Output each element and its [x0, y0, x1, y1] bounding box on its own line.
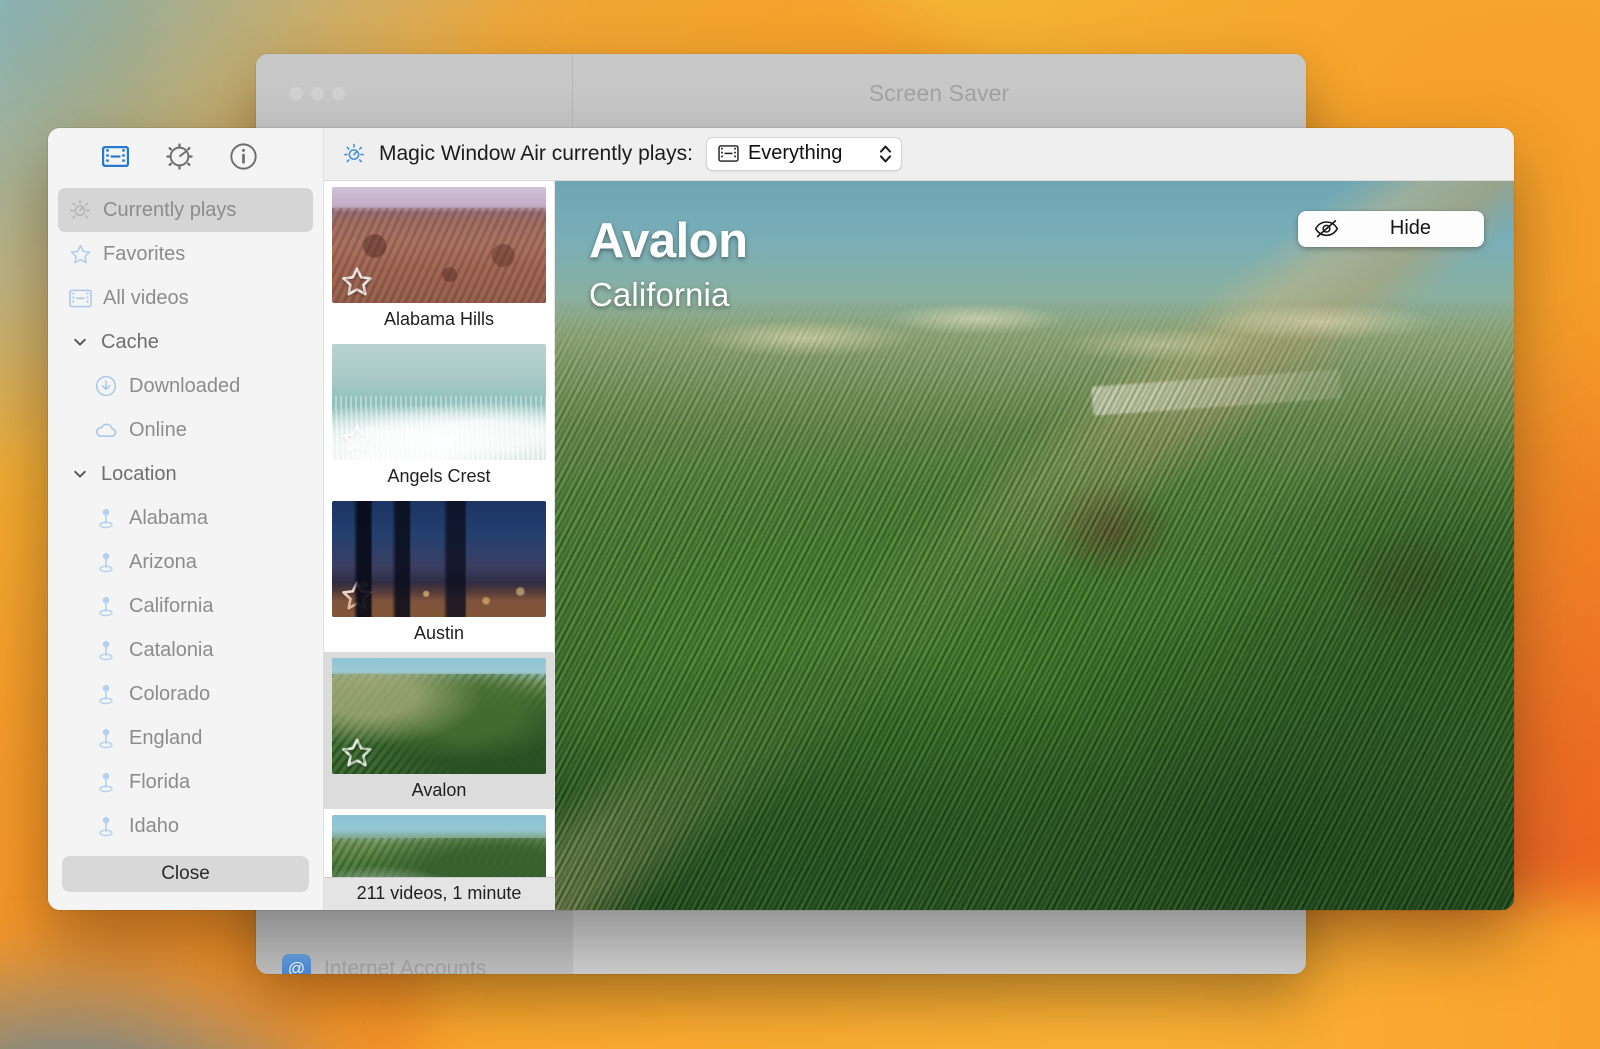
hide-button-label: Hide	[1353, 217, 1468, 240]
sidebar-item-label: All videos	[103, 287, 189, 310]
panel-body: Alabama Hills Angels Crest	[324, 181, 1514, 910]
favorite-star-icon	[340, 422, 374, 456]
video-preview[interactable]: Avalon California Hide	[555, 181, 1514, 910]
map-pin-icon	[94, 770, 118, 794]
sidebar-item-internet-accounts[interactable]: @ Internet Accounts	[282, 954, 486, 974]
at-sign-icon: @	[282, 954, 311, 974]
sidebar-item-california[interactable]: California	[58, 584, 313, 628]
hide-button[interactable]: Hide	[1298, 211, 1484, 247]
thumbnail-image[interactable]	[332, 187, 546, 303]
map-pin-icon	[94, 682, 118, 706]
brightness-icon	[68, 198, 92, 222]
chevron-down-icon[interactable]	[68, 462, 92, 486]
sidebar-item-label: Currently plays	[103, 199, 236, 222]
close-dot[interactable]	[290, 87, 303, 100]
sidebar-footer: Close	[48, 856, 323, 910]
thumbnail-image[interactable]	[332, 658, 546, 774]
close-button[interactable]: Close	[62, 856, 309, 892]
map-pin-icon	[94, 506, 118, 530]
topbar-label: Magic Window Air currently plays:	[379, 142, 693, 166]
map-pin-icon	[94, 814, 118, 838]
sidebar-item-currently-plays[interactable]: Currently plays	[58, 188, 313, 232]
sidebar-item-england[interactable]: England	[58, 716, 313, 760]
map-pin-icon	[94, 594, 118, 618]
panel-topbar: Magic Window Air currently plays: Everyt	[324, 128, 1514, 181]
panel-sidebar: Currently plays Favorites	[48, 128, 324, 910]
screen-saver-window-title: Screen Saver	[572, 54, 1306, 132]
sidebar-item-label: Arizona	[129, 551, 197, 574]
star-icon	[68, 242, 92, 266]
panel-main: Magic Window Air currently plays: Everyt	[324, 128, 1514, 910]
sidebar-group-label: Location	[101, 463, 177, 486]
cloud-icon	[94, 418, 118, 442]
thumbnail-caption: Avalon	[332, 774, 546, 809]
sidebar-item-favorites[interactable]: Favorites	[58, 232, 313, 276]
sidebar-item-label: Florida	[129, 771, 190, 794]
preview-title-block: Avalon California	[589, 217, 748, 314]
sidebar-group-cache[interactable]: Cache	[58, 320, 313, 364]
map-pin-icon	[94, 638, 118, 662]
sidebar-item-label: Idaho	[129, 815, 179, 838]
sidebar-item-label: California	[129, 595, 213, 618]
sidebar-group-location[interactable]: Location	[58, 452, 313, 496]
favorite-star-icon	[340, 579, 374, 613]
thumbnail-item[interactable]: Angels Crest	[324, 338, 554, 495]
film-strip-icon	[68, 286, 92, 310]
sidebar-nav[interactable]: Currently plays Favorites	[48, 185, 323, 856]
thumbnail-item[interactable]: Alabama Hills	[324, 181, 554, 338]
thumbnail-item-selected[interactable]: Avalon	[324, 652, 554, 809]
download-circle-icon	[94, 374, 118, 398]
sidebar-item-label: Alabama	[129, 507, 208, 530]
sidebar-item-label: Online	[129, 419, 187, 442]
favorite-star-icon	[340, 736, 374, 770]
film-strip-icon	[718, 145, 739, 162]
zoom-dot[interactable]	[332, 87, 345, 100]
brightness-icon	[342, 142, 366, 166]
thumbnail-image[interactable]	[332, 501, 546, 617]
sidebar-item-idaho[interactable]: Idaho	[58, 804, 313, 848]
sidebar-item-all-videos[interactable]: All videos	[58, 276, 313, 320]
thumbnail-image[interactable]	[332, 815, 546, 877]
favorite-star-icon	[340, 265, 374, 299]
sidebar-item-alabama[interactable]: Alabama	[58, 496, 313, 540]
eye-slash-icon	[1314, 219, 1339, 238]
thumbnail-caption: Angels Crest	[332, 460, 546, 495]
sidebar-item-label: England	[129, 727, 202, 750]
up-down-chevron-icon[interactable]	[878, 142, 893, 166]
sidebar-item-colorado[interactable]: Colorado	[58, 672, 313, 716]
sidebar-item-florida[interactable]: Florida	[58, 760, 313, 804]
sidebar-item-arizona[interactable]: Arizona	[58, 540, 313, 584]
map-pin-icon	[94, 726, 118, 750]
minimize-dot[interactable]	[311, 87, 324, 100]
sidebar-item-label: Colorado	[129, 683, 210, 706]
thumbnail-status-bar: 211 videos, 1 minute	[324, 877, 554, 910]
info-circle-icon[interactable]	[228, 142, 258, 172]
thumbnail-image[interactable]	[332, 344, 546, 460]
video-title: Avalon	[589, 217, 748, 266]
plays-select-value: Everything	[748, 142, 869, 165]
magic-window-panel[interactable]: Currently plays Favorites	[48, 128, 1514, 910]
thumbnail-caption: Alabama Hills	[332, 303, 546, 338]
plays-select[interactable]: Everything	[706, 137, 902, 171]
sidebar-item-label: Favorites	[103, 243, 185, 266]
sidebar-item-label: Internet Accounts	[324, 957, 486, 975]
traffic-lights[interactable]	[290, 87, 345, 100]
sidebar-item-label: Downloaded	[129, 375, 240, 398]
sidebar-item-online[interactable]: Online	[58, 408, 313, 452]
video-subtitle: California	[589, 276, 748, 314]
thumbnail-item[interactable]	[324, 809, 554, 877]
sidebar-group-label: Cache	[101, 331, 159, 354]
thumbnail-list[interactable]: Alabama Hills Angels Crest	[324, 181, 554, 877]
sidebar-item-downloaded[interactable]: Downloaded	[58, 364, 313, 408]
thumbnail-caption: Austin	[332, 617, 546, 652]
chevron-down-icon[interactable]	[68, 330, 92, 354]
sidebar-item-catalonia[interactable]: Catalonia	[58, 628, 313, 672]
film-strip-icon[interactable]	[100, 142, 130, 172]
gear-icon[interactable]	[164, 142, 194, 172]
map-pin-icon	[94, 550, 118, 574]
panel-toolbar[interactable]	[48, 128, 323, 185]
thumbnail-item[interactable]: Austin	[324, 495, 554, 652]
thumbnail-column[interactable]: Alabama Hills Angels Crest	[324, 181, 555, 910]
sidebar-item-label: Catalonia	[129, 639, 214, 662]
